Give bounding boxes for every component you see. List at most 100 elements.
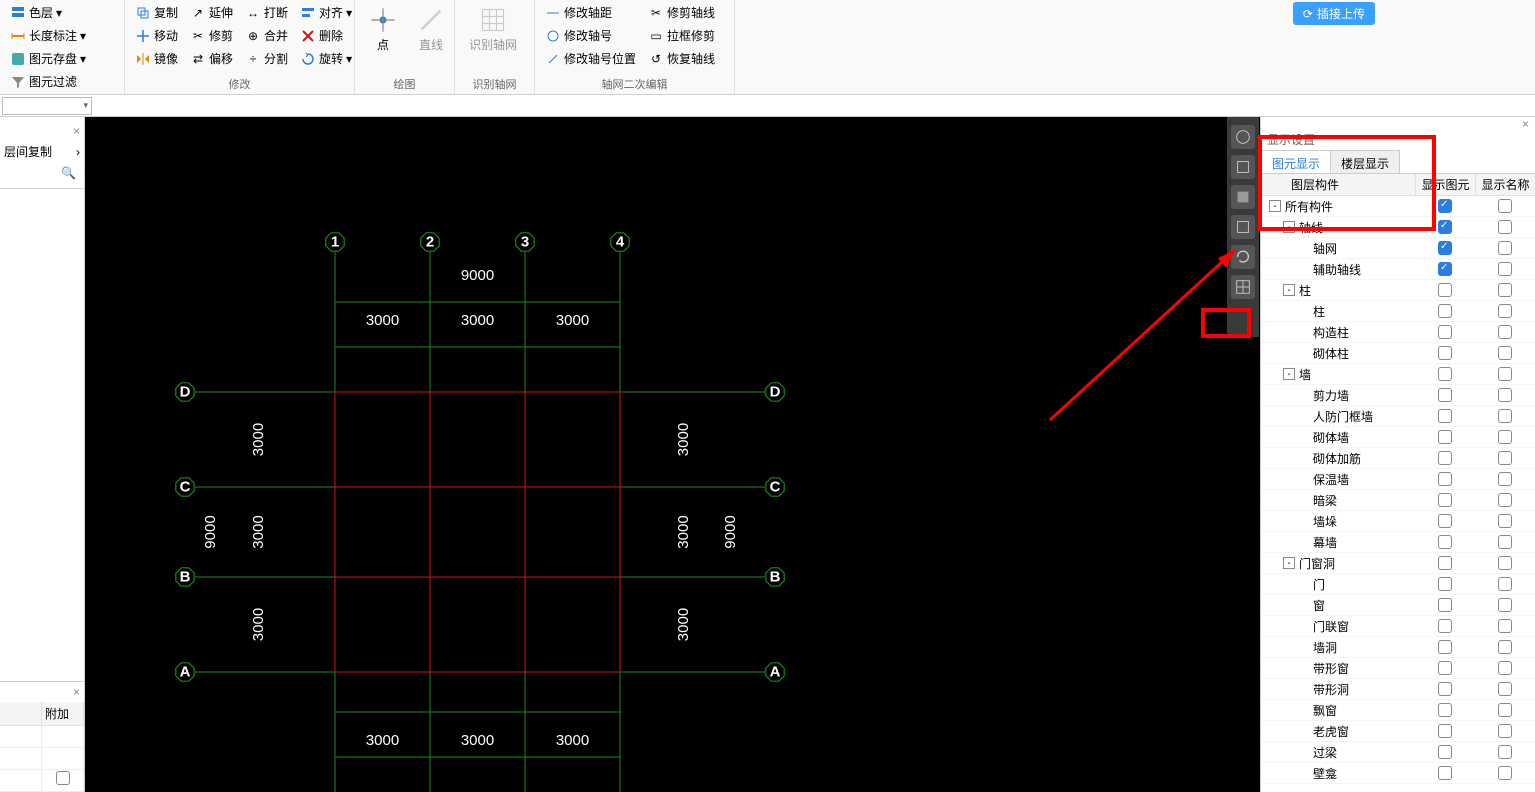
checkbox-show-name[interactable] bbox=[1498, 661, 1512, 675]
trim-axis-button[interactable]: ✂修剪轴线 bbox=[644, 2, 719, 23]
close-icon[interactable]: × bbox=[73, 124, 80, 138]
tree-row[interactable]: 带形洞 bbox=[1261, 679, 1535, 700]
close-icon[interactable]: × bbox=[73, 685, 80, 699]
box-trim-button[interactable]: ▭拉框修剪 bbox=[644, 25, 719, 46]
expand-icon[interactable]: - bbox=[1283, 221, 1295, 233]
checkbox-show-name[interactable] bbox=[1498, 451, 1512, 465]
dim-length-button[interactable]: 长度标注 ▾ bbox=[6, 25, 118, 46]
checkbox-show-elem[interactable] bbox=[1438, 745, 1452, 759]
split-button[interactable]: ÷分割 bbox=[241, 48, 292, 69]
layer-tree[interactable]: -所有构件-轴线轴网辅助轴线-柱柱构造柱砌体柱-墙剪力墙人防门框墙砌体墙砌体加筋… bbox=[1261, 196, 1535, 792]
checkbox-show-name[interactable] bbox=[1498, 556, 1512, 570]
mirror-button[interactable]: 镜像 bbox=[131, 48, 182, 69]
checkbox-show-elem[interactable] bbox=[1438, 451, 1452, 465]
checkbox-show-elem[interactable] bbox=[1438, 472, 1452, 486]
view-top-icon[interactable] bbox=[1231, 215, 1255, 239]
drawing-canvas[interactable]: 1234 AABBCCDD 90003000300030003000300030… bbox=[85, 117, 1260, 792]
checkbox-show-name[interactable] bbox=[1498, 409, 1512, 423]
checkbox-show-name[interactable] bbox=[1498, 304, 1512, 318]
delete-button[interactable]: 删除 bbox=[296, 25, 356, 46]
checkbox-show-name[interactable] bbox=[1498, 283, 1512, 297]
stretch-button[interactable]: ↔打断 bbox=[241, 2, 292, 23]
upload-button[interactable]: ⟳ 插接上传 bbox=[1293, 2, 1375, 25]
tree-row[interactable]: 砌体柱 bbox=[1261, 343, 1535, 364]
tree-row[interactable]: 壁龛 bbox=[1261, 763, 1535, 784]
merge-button[interactable]: ⊕合并 bbox=[241, 25, 292, 46]
view-3d-icon[interactable] bbox=[1231, 155, 1255, 179]
checkbox-show-elem[interactable] bbox=[1438, 619, 1452, 633]
checkbox-show-name[interactable] bbox=[1498, 724, 1512, 738]
tree-row[interactable]: 飘窗 bbox=[1261, 700, 1535, 721]
tree-row[interactable]: 剪力墙 bbox=[1261, 385, 1535, 406]
checkbox-show-name[interactable] bbox=[1498, 199, 1512, 213]
expand-icon[interactable]: - bbox=[1269, 200, 1281, 212]
checkbox-show-elem[interactable] bbox=[1438, 283, 1452, 297]
mod-axis-pos-button[interactable]: 修改轴号位置 bbox=[541, 48, 640, 69]
tab-floor-display[interactable]: 楼层显示 bbox=[1330, 150, 1400, 173]
trim-button[interactable]: ✂修剪 bbox=[186, 25, 237, 46]
copy-button[interactable]: 复制 bbox=[131, 2, 182, 23]
checkbox-show-name[interactable] bbox=[1498, 766, 1512, 780]
checkbox-show-name[interactable] bbox=[1498, 493, 1512, 507]
search-icon[interactable]: 🔍 bbox=[4, 162, 80, 184]
tree-row[interactable]: 墙垛 bbox=[1261, 511, 1535, 532]
extend-button[interactable]: ↗延伸 bbox=[186, 2, 237, 23]
checkbox-show-elem[interactable] bbox=[1438, 262, 1452, 276]
tree-row[interactable]: 砌体墙 bbox=[1261, 427, 1535, 448]
expand-icon[interactable]: - bbox=[1283, 557, 1295, 569]
checkbox-show-name[interactable] bbox=[1498, 577, 1512, 591]
checkbox-show-name[interactable] bbox=[1498, 325, 1512, 339]
checkbox-show-name[interactable] bbox=[1498, 703, 1512, 717]
checkbox-show-name[interactable] bbox=[1498, 220, 1512, 234]
checkbox-show-elem[interactable] bbox=[1438, 577, 1452, 591]
checkbox-show-name[interactable] bbox=[1498, 682, 1512, 696]
tree-row[interactable]: 墙洞 bbox=[1261, 637, 1535, 658]
checkbox-show-elem[interactable] bbox=[1438, 766, 1452, 780]
tree-row[interactable]: 老虎窗 bbox=[1261, 721, 1535, 742]
checkbox-show-elem[interactable] bbox=[1438, 241, 1452, 255]
checkbox-show-elem[interactable] bbox=[1438, 367, 1452, 381]
checkbox-show-name[interactable] bbox=[1498, 388, 1512, 402]
checkbox-show-name[interactable] bbox=[1498, 640, 1512, 654]
tree-row[interactable]: -所有构件 bbox=[1261, 196, 1535, 217]
tree-row[interactable]: -门窗洞 bbox=[1261, 553, 1535, 574]
tree-row[interactable]: -柱 bbox=[1261, 280, 1535, 301]
tree-row[interactable]: 过梁 bbox=[1261, 742, 1535, 763]
tree-row[interactable]: 人防门框墙 bbox=[1261, 406, 1535, 427]
checkbox-show-elem[interactable] bbox=[1438, 346, 1452, 360]
move-button[interactable]: 移动 bbox=[131, 25, 182, 46]
checkbox-show-name[interactable] bbox=[1498, 619, 1512, 633]
checkbox-show-elem[interactable] bbox=[1438, 556, 1452, 570]
checkbox-show-elem[interactable] bbox=[1438, 535, 1452, 549]
tree-row[interactable]: 幕墙 bbox=[1261, 532, 1535, 553]
tree-row[interactable]: 辅助轴线 bbox=[1261, 259, 1535, 280]
checkbox-show-elem[interactable] bbox=[1438, 199, 1452, 213]
checkbox-show-name[interactable] bbox=[1498, 430, 1512, 444]
checkbox-show-elem[interactable] bbox=[1438, 493, 1452, 507]
checkbox-show-elem[interactable] bbox=[1438, 598, 1452, 612]
elem-filter-button[interactable]: 图元过滤 bbox=[6, 71, 118, 92]
checkbox[interactable] bbox=[56, 771, 70, 785]
checkbox-show-name[interactable] bbox=[1498, 367, 1512, 381]
refresh-icon[interactable] bbox=[1231, 245, 1255, 269]
elem-save-button[interactable]: 图元存盘 ▾ bbox=[6, 48, 118, 69]
checkbox-show-elem[interactable] bbox=[1438, 640, 1452, 654]
checkbox-show-name[interactable] bbox=[1498, 745, 1512, 759]
align-button[interactable]: 对齐 ▾ bbox=[296, 2, 356, 23]
checkbox-show-elem[interactable] bbox=[1438, 304, 1452, 318]
checkbox-show-name[interactable] bbox=[1498, 535, 1512, 549]
tree-row[interactable]: 柱 bbox=[1261, 301, 1535, 322]
tree-row[interactable]: 砌体加筋 bbox=[1261, 448, 1535, 469]
tree-row[interactable]: 轴网 bbox=[1261, 238, 1535, 259]
offset-button[interactable]: ⇄偏移 bbox=[186, 48, 237, 69]
checkbox-show-elem[interactable] bbox=[1438, 409, 1452, 423]
restore-axis-button[interactable]: ↺恢复轴线 bbox=[644, 48, 719, 69]
checkbox-show-name[interactable] bbox=[1498, 241, 1512, 255]
checkbox-show-elem[interactable] bbox=[1438, 724, 1452, 738]
tree-row[interactable]: 构造柱 bbox=[1261, 322, 1535, 343]
checkbox-show-name[interactable] bbox=[1498, 346, 1512, 360]
expand-icon[interactable]: - bbox=[1283, 284, 1295, 296]
checkbox-show-name[interactable] bbox=[1498, 514, 1512, 528]
checkbox-show-name[interactable] bbox=[1498, 262, 1512, 276]
mod-axis-dist-button[interactable]: 修改轴距 bbox=[541, 2, 640, 23]
